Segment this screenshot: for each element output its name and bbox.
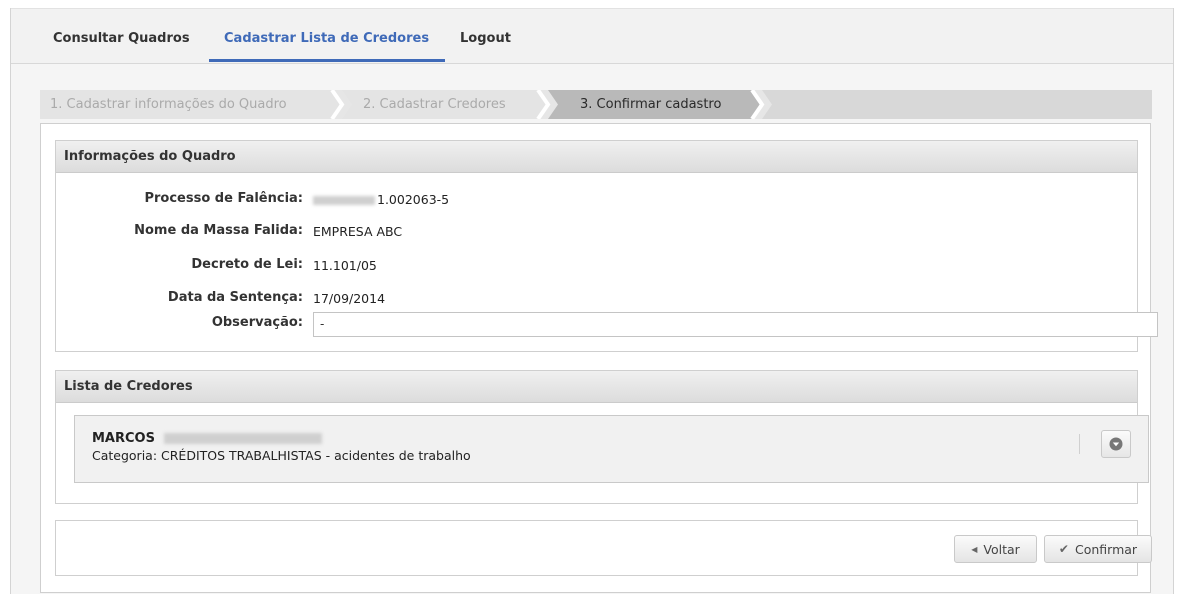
credores-title: Lista de Credores	[56, 371, 1137, 403]
data-sentenca-label: Data da Sentença:	[167, 290, 303, 305]
credor-item: MARCOS Categoria: CRÉDITOS TRABALHISTAS …	[74, 415, 1149, 483]
step-3-confirmar-cadastro: 3. Confirmar cadastro	[580, 97, 722, 112]
nav-logout[interactable]: Logout	[460, 9, 511, 63]
redacted-text	[163, 433, 322, 444]
redacted-text	[313, 196, 375, 205]
decreto-lei-label: Decreto de Lei:	[191, 257, 303, 272]
chevron-down-icon	[1109, 437, 1123, 451]
chevron-left-icon: ◀	[971, 544, 978, 554]
processo-value: 1.002063-5	[313, 192, 449, 207]
observacao-field[interactable]: -	[313, 312, 1158, 337]
top-navigation: Consultar Quadros Cadastrar Lista de Cre…	[11, 8, 1173, 64]
voltar-button[interactable]: ◀ Voltar	[954, 535, 1037, 563]
confirmar-label: Confirmar	[1074, 541, 1138, 557]
actions-panel: ◀ Voltar ✔ Confirmar	[55, 520, 1152, 576]
content-area: Informações do Quadro Processo de Falênc…	[40, 123, 1158, 593]
credor-category: Categoria: CRÉDITOS TRABALHISTAS - acide…	[92, 448, 471, 463]
check-icon: ✔	[1058, 542, 1069, 556]
observacao-label: Observação:	[211, 315, 303, 330]
decreto-lei-value: 11.101/05	[313, 258, 377, 273]
app-frame: Consultar Quadros Cadastrar Lista de Cre…	[10, 8, 1174, 594]
quadro-info-panel: Informações do Quadro Processo de Falênc…	[55, 140, 1158, 352]
step-1-cadastrar-informacoes[interactable]: 1. Cadastrar informações do Quadro	[40, 90, 287, 119]
expand-credor-button[interactable]	[1101, 430, 1131, 458]
nav-consultar-quadros[interactable]: Consultar Quadros	[53, 9, 190, 63]
massa-falida-value: EMPRESA ABC	[313, 224, 403, 239]
quadro-info-title: Informações do Quadro	[56, 141, 1137, 173]
nav-cadastrar-lista-credores[interactable]: Cadastrar Lista de Credores	[224, 9, 429, 63]
data-sentenca-value: 17/09/2014	[313, 291, 386, 306]
credor-name: MARCOS	[92, 431, 322, 446]
credores-panel: Lista de Credores MARCOS Categoria: CRÉD…	[55, 370, 1149, 504]
divider	[1079, 434, 1080, 454]
step-2-cadastrar-credores[interactable]: 2. Cadastrar Credores	[353, 90, 506, 119]
wizard-steps: 1. Cadastrar informações do Quadro 2. Ca…	[40, 90, 1152, 119]
voltar-label: Voltar	[983, 541, 1020, 557]
confirmar-button[interactable]: ✔ Confirmar	[1044, 535, 1152, 563]
processo-label: Processo de Falência:	[144, 191, 303, 206]
massa-falida-label: Nome da Massa Falida:	[134, 223, 303, 238]
active-tab-indicator	[209, 59, 445, 62]
